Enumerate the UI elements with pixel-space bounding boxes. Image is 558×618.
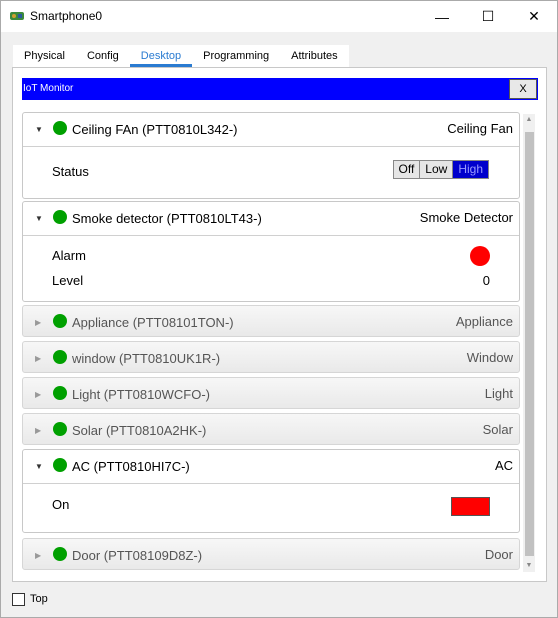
device-header[interactable]: ▼ AC (PTT0810HI7C-) AC [23, 450, 519, 482]
status-dot-icon [53, 547, 67, 561]
device-card-light[interactable]: ▶ Light (PTT0810WCFO-) Light [22, 377, 520, 409]
alarm-indicator-icon [470, 246, 490, 266]
device-type: Appliance [455, 314, 513, 329]
device-type: AC [494, 458, 513, 473]
tab-desktop[interactable]: Desktop [129, 45, 193, 67]
level-label: Level [52, 273, 84, 288]
top-checkbox[interactable] [12, 593, 25, 606]
status-label: Status [52, 164, 89, 179]
device-header[interactable]: ▼ Ceiling FAn (PTT0810L342-) Ceiling Fan [23, 113, 519, 145]
device-card-appliance[interactable]: ▶ Appliance (PTT08101TON-) Appliance [22, 305, 520, 337]
title-bar: Smartphone0 — ☐ ✕ [1, 1, 557, 32]
device-type: Window [466, 350, 513, 365]
fan-high-button[interactable]: High [453, 161, 488, 178]
chevron-right-icon: ▶ [35, 390, 42, 399]
device-list: ▼ Ceiling FAn (PTT0810L342-) Ceiling Fan… [22, 112, 522, 572]
device-type: Solar [482, 422, 513, 437]
maximize-button[interactable]: ☐ [465, 1, 511, 32]
device-card-door[interactable]: ▶ Door (PTT08109D8Z-) Door [22, 538, 520, 570]
smartphone-app-icon [10, 12, 24, 20]
status-dot-icon [53, 350, 67, 364]
tab-physical[interactable]: Physical [13, 45, 76, 67]
scroll-up-icon[interactable]: ▲ [523, 114, 535, 126]
device-name: Light (PTT0810WCFO-) [72, 387, 210, 402]
close-window-button[interactable]: ✕ [511, 1, 557, 32]
chevron-right-icon: ▶ [35, 551, 42, 560]
device-card-ceiling-fan: ▼ Ceiling FAn (PTT0810L342-) Ceiling Fan… [22, 112, 520, 199]
fan-off-button[interactable]: Off [393, 161, 421, 178]
chevron-right-icon: ▶ [35, 426, 42, 435]
status-dot-icon [53, 458, 67, 472]
status-dot-icon [53, 121, 67, 135]
vertical-scrollbar[interactable]: ▲ ▼ [523, 114, 535, 572]
device-name: AC (PTT0810HI7C-) [72, 459, 190, 474]
device-name: Ceiling FAn (PTT0810L342-) [72, 122, 238, 137]
device-name: Door (PTT08109D8Z-) [72, 548, 203, 563]
tab-config[interactable]: Config [75, 45, 130, 67]
tab-programming[interactable]: Programming [192, 45, 281, 67]
divider [23, 483, 519, 484]
alarm-label: Alarm [52, 248, 86, 263]
divider [23, 235, 519, 236]
status-dot-icon [53, 210, 67, 224]
device-card-solar[interactable]: ▶ Solar (PTT0810A2HK-) Solar [22, 413, 520, 445]
device-type: Door [484, 547, 513, 562]
tab-bar: Physical Config Desktop Programming Attr… [13, 45, 349, 67]
device-name: Appliance (PTT08101TON-) [72, 315, 234, 330]
level-value: 0 [482, 273, 490, 288]
device-card-ac: ▼ AC (PTT0810HI7C-) AC On [22, 449, 520, 533]
device-card-window[interactable]: ▶ window (PTT0810UK1R-) Window [22, 341, 520, 373]
device-header[interactable]: ▼ Smoke detector (PTT0810LT43-) Smoke De… [23, 202, 519, 234]
scroll-down-icon[interactable]: ▼ [523, 560, 535, 572]
device-name: Smoke detector (PTT0810LT43-) [72, 211, 262, 226]
chevron-down-icon: ▼ [35, 125, 43, 134]
divider [23, 146, 519, 147]
device-name: Solar (PTT0810A2HK-) [72, 423, 207, 438]
minimize-button[interactable]: — [419, 1, 465, 32]
fan-speed-selector: Off Low High [392, 160, 489, 179]
iot-monitor-header: IoT Monitor X [22, 78, 538, 100]
fan-low-button[interactable]: Low [420, 161, 454, 178]
device-card-smoke-detector: ▼ Smoke detector (PTT0810LT43-) Smoke De… [22, 201, 520, 302]
chevron-down-icon: ▼ [35, 462, 43, 471]
device-type: Smoke Detector [419, 210, 513, 225]
tab-attributes[interactable]: Attributes [280, 45, 349, 67]
chevron-right-icon: ▶ [35, 318, 42, 327]
app-window: Smartphone0 — ☐ ✕ Physical Config Deskto… [0, 0, 558, 618]
desktop-panel: IoT Monitor X ▼ Ceiling FAn (PTT0810L342… [12, 67, 547, 582]
on-label: On [52, 497, 70, 512]
top-checkbox-label: Top [30, 593, 48, 605]
device-type: Ceiling Fan [447, 121, 513, 136]
chevron-right-icon: ▶ [35, 354, 42, 363]
status-dot-icon [53, 386, 67, 400]
scroll-thumb[interactable] [525, 132, 534, 556]
iot-monitor-close-button[interactable]: X [509, 79, 537, 99]
device-type: Light [484, 386, 513, 401]
device-name: window (PTT0810UK1R-) [72, 351, 221, 366]
status-dot-icon [53, 314, 67, 328]
chevron-down-icon: ▼ [35, 214, 43, 223]
status-dot-icon [53, 422, 67, 436]
ac-power-toggle[interactable] [451, 497, 490, 516]
iot-monitor-title: IoT Monitor [23, 83, 74, 94]
window-title: Smartphone0 [30, 9, 103, 23]
